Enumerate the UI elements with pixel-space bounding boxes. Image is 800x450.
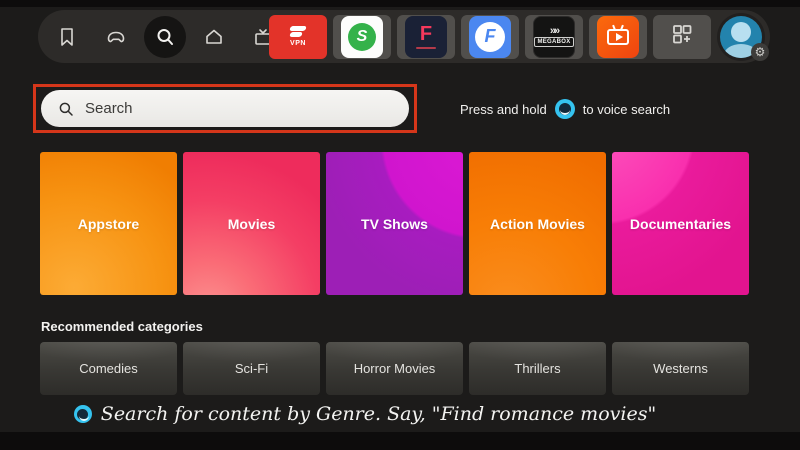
search-icon [153, 25, 177, 49]
top-navigation-bar: VPN S F F »» MEGABOX [38, 10, 770, 63]
tile-label: TV Shows [361, 216, 428, 232]
recommended-categories-title: Recommended categories [41, 319, 203, 334]
game-controller-icon [104, 25, 128, 49]
expressvpn-label: VPN [290, 40, 306, 47]
category-label: Horror Movies [354, 361, 436, 376]
app-megabox[interactable]: »» MEGABOX [525, 15, 583, 59]
bookmark-icon [55, 25, 79, 49]
search-placeholder: Search [85, 100, 133, 117]
home-icon [202, 25, 226, 49]
megabox-clapper-icon: »» [550, 26, 558, 36]
megabox-label: MEGABOX [534, 37, 573, 47]
letterbox-bottom [0, 432, 800, 450]
search-icon [57, 100, 75, 118]
category-label: Sci-Fi [235, 361, 268, 376]
voice-hint-suffix: to voice search [583, 102, 670, 117]
gear-icon: ⚙ [751, 43, 769, 61]
expressvpn-logo-icon [288, 26, 308, 38]
category-sci-fi[interactable]: Sci-Fi [183, 342, 320, 395]
apps-grid-icon [670, 22, 694, 51]
tile-tv-shows[interactable]: TV Shows [326, 152, 463, 295]
recommended-categories-row: Comedies Sci-Fi Horror Movies Thrillers … [40, 342, 749, 395]
freeflix-icon: F [485, 26, 496, 47]
alexa-icon [74, 405, 92, 423]
search-input[interactable]: Search [41, 90, 409, 127]
green-s-icon: S [348, 23, 376, 51]
tile-label: Action Movies [490, 216, 585, 232]
filmplus-icon: F [420, 24, 432, 44]
alexa-icon [555, 99, 575, 119]
tile-label: Documentaries [630, 216, 731, 232]
letterbox-top [0, 0, 800, 7]
app-shortcuts-row: VPN S F F »» MEGABOX [269, 14, 765, 59]
tile-movies[interactable]: Movies [183, 152, 320, 295]
app-expressvpn[interactable]: VPN [269, 15, 327, 59]
category-label: Thrillers [514, 361, 560, 376]
app-filmplus[interactable]: F [397, 15, 455, 59]
voice-tip-caption: Search for content by Genre. Say, "Find … [0, 401, 730, 427]
app-freeflix[interactable]: F [461, 15, 519, 59]
apps-grid-button[interactable] [653, 15, 711, 59]
tile-label: Movies [228, 216, 275, 232]
tile-appstore[interactable]: Appstore [40, 152, 177, 295]
category-comedies[interactable]: Comedies [40, 342, 177, 395]
category-horror-movies[interactable]: Horror Movies [326, 342, 463, 395]
filmplus-subtext [416, 47, 436, 49]
caption-text: Search for content by Genre. Say, "Find … [101, 403, 656, 425]
tile-action-movies[interactable]: Action Movies [469, 152, 606, 295]
category-label: Westerns [653, 361, 708, 376]
voice-hint-prefix: Press and hold [460, 102, 547, 117]
profile-button[interactable]: ⚙ [717, 13, 765, 61]
category-thrillers[interactable]: Thrillers [469, 342, 606, 395]
category-label: Comedies [79, 361, 138, 376]
search-nav-button[interactable] [144, 16, 186, 58]
app-teatv[interactable] [589, 15, 647, 59]
tile-label: Appstore [78, 216, 139, 232]
teatv-icon [607, 29, 629, 45]
home-nav-button[interactable] [193, 16, 235, 58]
nav-icon-group [38, 16, 284, 58]
category-tiles-row: Appstore Movies TV Shows Action Movies D… [40, 152, 749, 295]
voice-search-hint: Press and hold to voice search [460, 98, 670, 120]
tile-documentaries[interactable]: Documentaries [612, 152, 749, 295]
category-westerns[interactable]: Westerns [612, 342, 749, 395]
app-green-s[interactable]: S [333, 15, 391, 59]
bookmark-nav-button[interactable] [46, 16, 88, 58]
games-nav-button[interactable] [95, 16, 137, 58]
